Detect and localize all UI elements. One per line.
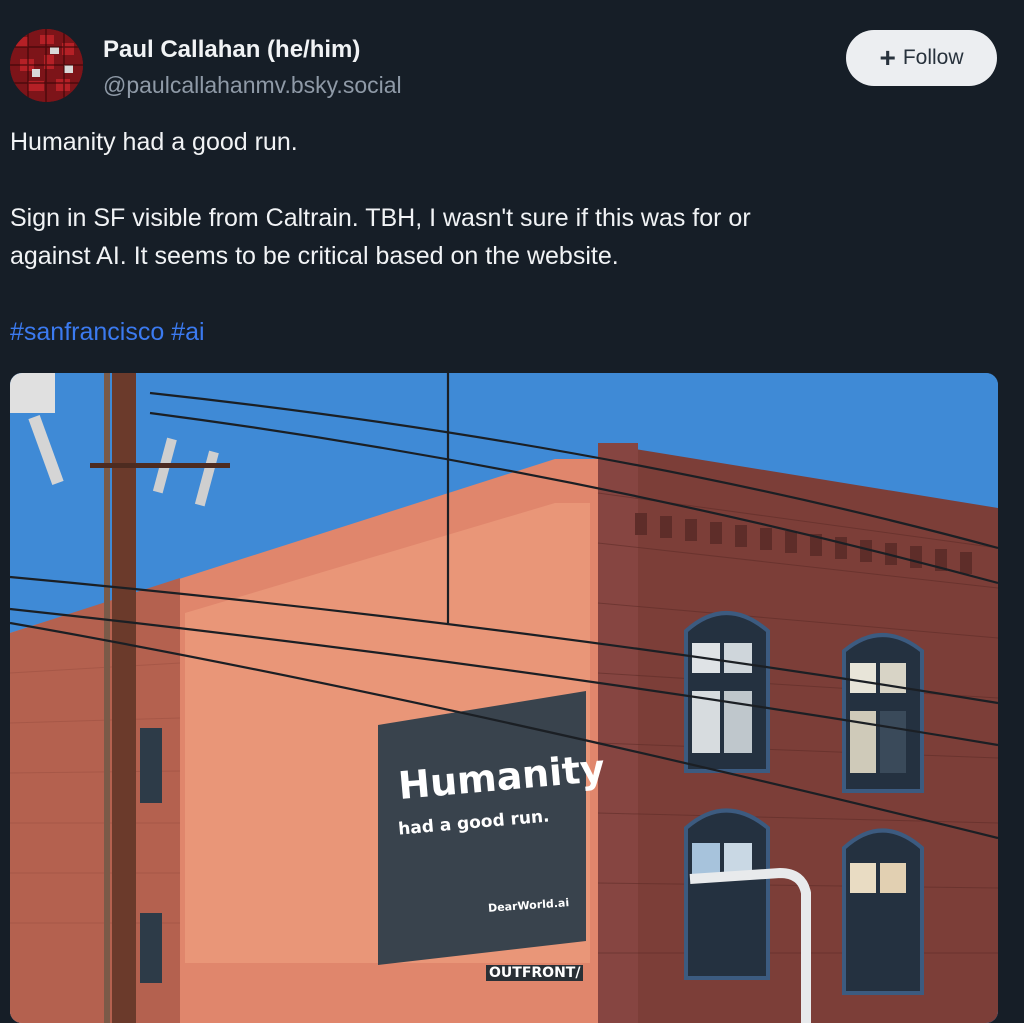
billboard-vendor: OUTFRONT/: [486, 965, 584, 981]
side-window: [140, 728, 162, 803]
avatar[interactable]: [10, 29, 83, 102]
plus-icon: +: [879, 42, 896, 73]
post-text-line-3: against AI. It seems to be critical base…: [10, 242, 619, 270]
post-text-line-1: Humanity had a good run.: [10, 128, 298, 156]
utility-pole: [112, 373, 136, 1023]
post-card: Paul Callahan (he/him) @paulcallahanmv.b…: [0, 0, 1024, 1023]
author-display-name[interactable]: Paul Callahan (he/him): [103, 36, 360, 64]
post-text-line-2: Sign in SF visible from Caltrain. TBH, I…: [10, 204, 751, 232]
follow-button-label: Follow: [902, 46, 964, 69]
hashtag-list: #sanfrancisco #ai: [10, 318, 205, 347]
avatar-image: [10, 29, 83, 102]
hashtag-sanfrancisco[interactable]: #sanfrancisco: [10, 318, 164, 346]
post-image[interactable]: Humanity had a good run. DearWorld.ai OU…: [10, 373, 998, 1023]
follow-button[interactable]: + Follow: [846, 30, 997, 86]
photo-scene: [10, 373, 998, 1023]
brick-building: [598, 443, 998, 1023]
hashtag-ai[interactable]: #ai: [171, 318, 204, 346]
author-handle[interactable]: @paulcallahanmv.bsky.social: [103, 72, 402, 99]
